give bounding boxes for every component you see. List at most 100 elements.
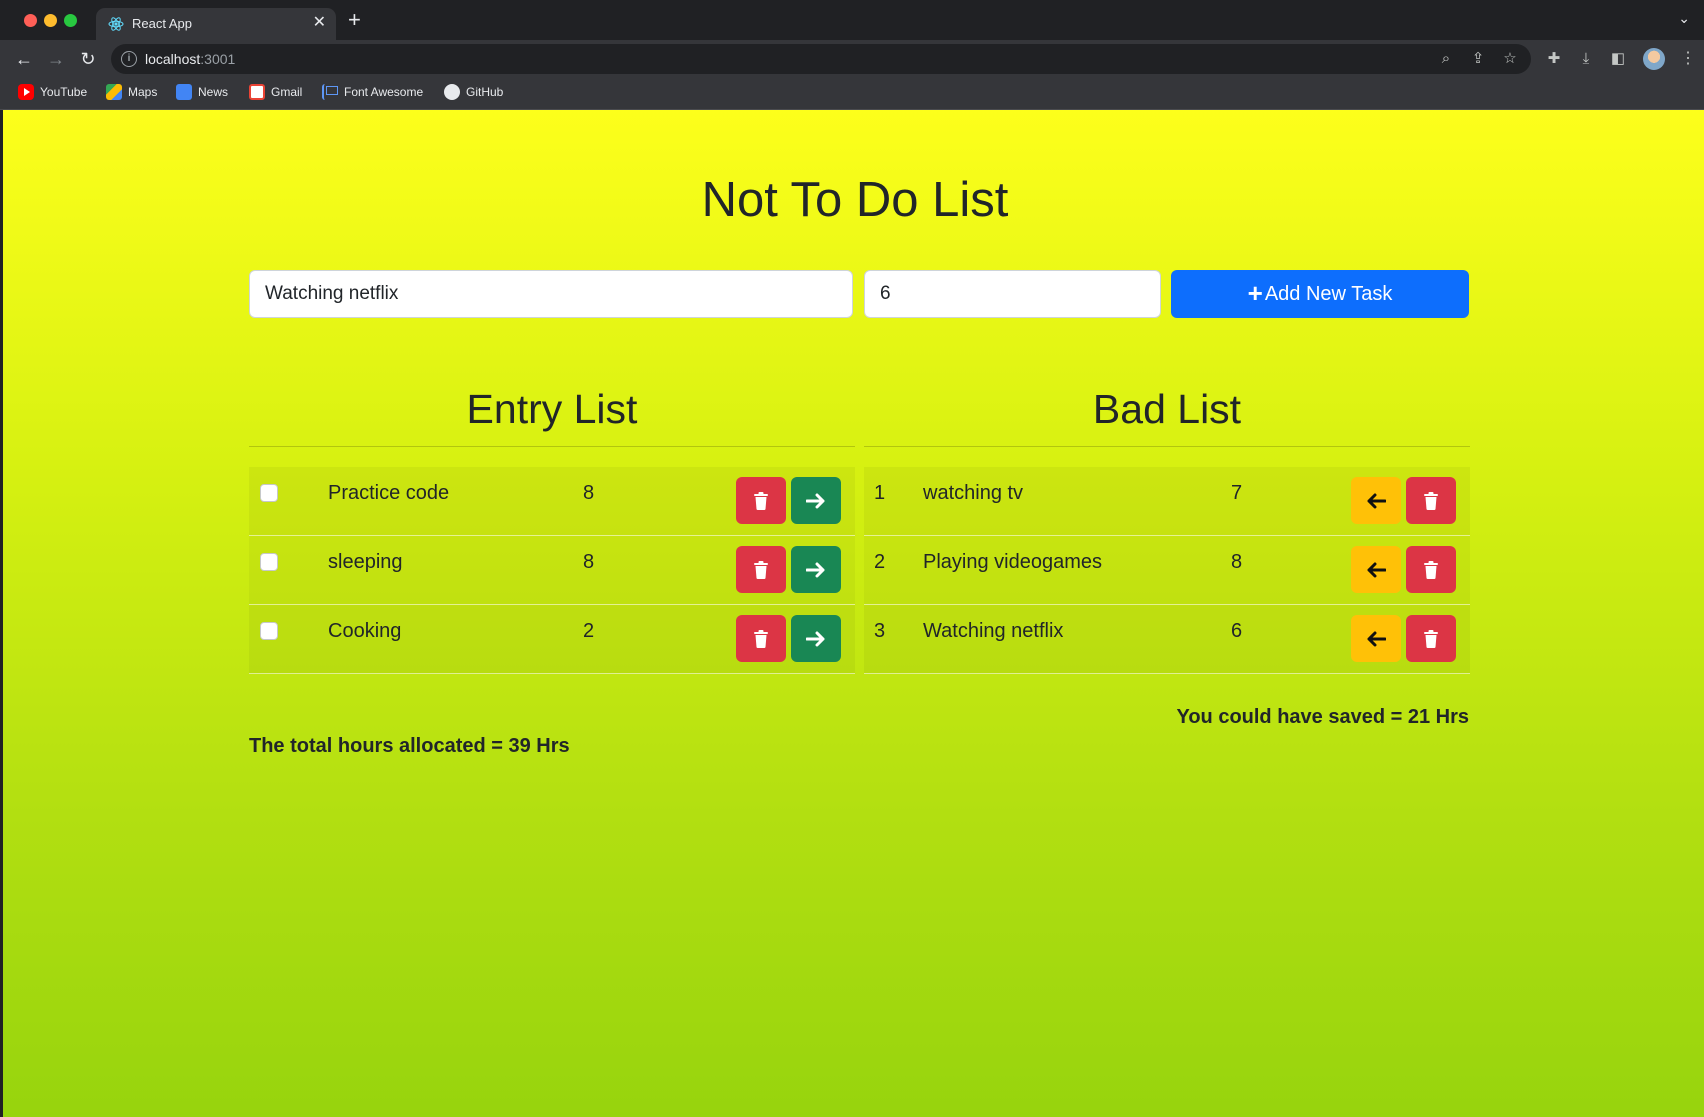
- row-number: 1: [874, 482, 886, 504]
- entry-list-title: Entry List: [466, 386, 638, 432]
- bad-list-title: Bad List: [1092, 386, 1242, 432]
- bad-list-rows: 1 watching tv 7 2 Playing videogames 8 3…: [864, 467, 1470, 674]
- tab-title: React App: [132, 16, 192, 31]
- table-row: 3 Watching netflix 6: [864, 605, 1470, 674]
- delete-button[interactable]: [736, 477, 786, 524]
- github-icon: [444, 84, 460, 100]
- close-window-button[interactable]: [24, 14, 37, 27]
- add-task-label: Add New Task: [1264, 282, 1393, 305]
- delete-button[interactable]: [736, 546, 786, 593]
- task-hours: 8: [1231, 551, 1243, 573]
- reload-icon[interactable]: ↻: [76, 47, 100, 71]
- trash-icon: [1424, 491, 1438, 510]
- task-hours: 8: [583, 482, 595, 504]
- move-to-entry-list-button[interactable]: [1351, 546, 1401, 593]
- gmail-icon: [249, 84, 265, 100]
- maps-icon: [106, 84, 122, 100]
- arrow-right-icon: [806, 631, 825, 646]
- arrow-left-icon: [1367, 631, 1386, 646]
- arrow-right-icon: [806, 562, 825, 577]
- arrow-right-icon: [806, 493, 825, 508]
- bookmark-label: Font Awesome: [344, 85, 424, 99]
- table-row: 1 watching tv 7: [864, 467, 1470, 536]
- star-icon[interactable]: ☆: [1501, 49, 1519, 69]
- page-title: Not To Do List: [701, 173, 1009, 227]
- minimize-window-button[interactable]: [44, 14, 57, 27]
- youtube-icon: [18, 84, 34, 100]
- trash-icon: [754, 629, 768, 648]
- table-row: 2 Playing videogames 8: [864, 536, 1470, 605]
- download-icon[interactable]: ⤓: [1576, 49, 1596, 69]
- tab-search-chevron-icon[interactable]: ⌄: [1678, 10, 1690, 27]
- row-number: 2: [874, 551, 886, 573]
- react-icon: [108, 17, 124, 31]
- tab-close-icon[interactable]: ✕: [313, 13, 326, 33]
- trash-icon: [1424, 560, 1438, 579]
- site-info-icon[interactable]: i: [121, 51, 137, 67]
- task-name: watching tv: [923, 482, 1024, 504]
- delete-button[interactable]: [736, 615, 786, 662]
- plus-icon: +: [1247, 278, 1263, 308]
- task-hours: 8: [583, 551, 595, 573]
- bookmark-label: Gmail: [271, 85, 303, 99]
- delete-button[interactable]: [1406, 546, 1456, 593]
- move-to-bad-list-button[interactable]: [791, 477, 841, 524]
- arrow-left-icon: [1367, 562, 1386, 577]
- row-checkbox[interactable]: [260, 484, 278, 502]
- move-to-entry-list-button[interactable]: [1351, 615, 1401, 662]
- maximize-window-button[interactable]: [64, 14, 77, 27]
- forward-arrow-icon[interactable]: →: [44, 47, 68, 71]
- share-icon[interactable]: ⇪: [1469, 49, 1487, 69]
- task-hours: 2: [583, 620, 595, 642]
- url-port: :3001: [200, 51, 236, 67]
- row-number: 3: [874, 620, 886, 642]
- extensions-icon[interactable]: ✚: [1544, 49, 1564, 69]
- table-row: sleeping 8: [249, 536, 855, 605]
- zoom-icon[interactable]: ⌕: [1437, 49, 1455, 69]
- trash-icon: [1424, 629, 1438, 648]
- bookmark-youtube[interactable]: YouTube: [18, 84, 87, 100]
- url-text: localhost:3001: [145, 51, 235, 67]
- more-menu-icon[interactable]: ⋮: [1680, 48, 1696, 68]
- task-name: Practice code: [328, 482, 450, 504]
- task-name: sleeping: [328, 551, 403, 573]
- bookmark-news[interactable]: News: [176, 84, 228, 100]
- task-hours: 7: [1231, 482, 1243, 504]
- news-icon: [176, 84, 192, 100]
- task-hours: 6: [1231, 620, 1243, 642]
- bookmark-gmail[interactable]: Gmail: [249, 84, 302, 100]
- tab-strip: React App ✕ + ⌄: [0, 0, 1704, 40]
- bookmark-label: YouTube: [40, 85, 88, 99]
- address-bar[interactable]: i localhost:3001 ⌕ ⇪ ☆: [111, 44, 1531, 74]
- url-host: localhost: [145, 51, 201, 67]
- move-to-bad-list-button[interactable]: [791, 546, 841, 593]
- side-panel-icon[interactable]: ◧: [1608, 49, 1628, 69]
- task-name: Watching netflix: [923, 620, 1064, 642]
- new-tab-icon[interactable]: +: [348, 8, 361, 32]
- entry-list-rows: Practice code 8 sleeping 8 Cooking 2: [249, 467, 855, 674]
- task-name: Cooking: [328, 620, 402, 642]
- saved-hours-summary: You could have saved = 21 Hrs: [1176, 706, 1469, 728]
- bookmark-maps[interactable]: Maps: [106, 84, 157, 100]
- browser-tab[interactable]: React App ✕: [96, 8, 336, 40]
- bookmark-label: Maps: [128, 85, 158, 99]
- bookmarks-bar: YouTube Maps News Gmail Font Awesome Git…: [0, 78, 1704, 110]
- bookmark-label: News: [198, 85, 229, 99]
- move-to-bad-list-button[interactable]: [791, 615, 841, 662]
- delete-button[interactable]: [1406, 615, 1456, 662]
- profile-avatar[interactable]: [1643, 48, 1665, 70]
- delete-button[interactable]: [1406, 477, 1456, 524]
- trash-icon: [754, 560, 768, 579]
- hours-input[interactable]: [864, 270, 1161, 318]
- add-task-button[interactable]: + Add New Task: [1171, 270, 1469, 318]
- app-page: Not To Do List + Add New Task Entry List…: [0, 110, 1704, 1117]
- row-checkbox[interactable]: [260, 553, 278, 571]
- trash-icon: [754, 491, 768, 510]
- table-row: Practice code 8: [249, 467, 855, 536]
- bookmark-github[interactable]: GitHub: [444, 84, 503, 100]
- move-to-entry-list-button[interactable]: [1351, 477, 1401, 524]
- bookmark-font-awesome[interactable]: Font Awesome: [322, 84, 423, 100]
- row-checkbox[interactable]: [260, 622, 278, 640]
- task-input[interactable]: [249, 270, 853, 318]
- back-arrow-icon[interactable]: ←: [12, 47, 36, 71]
